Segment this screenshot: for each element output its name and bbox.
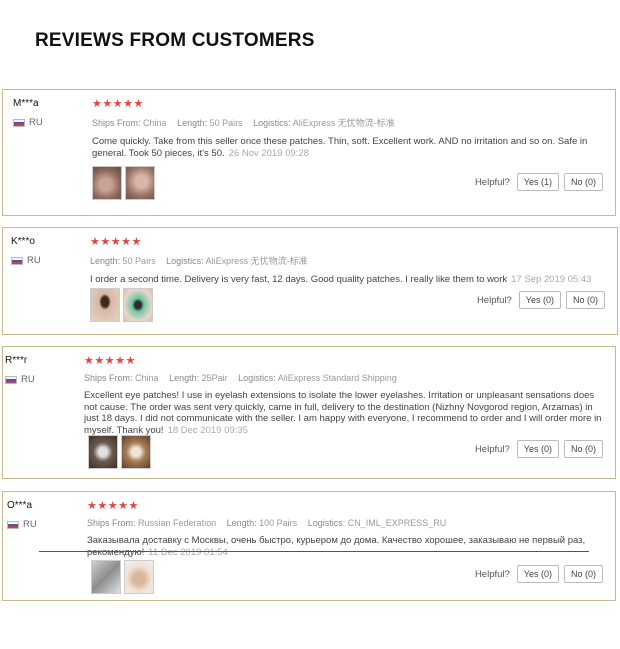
review-date: 26 Nov 2019 09:28 <box>228 147 309 159</box>
order-details: Ships From: Russian Federation Length: 1… <box>87 518 605 528</box>
length-label: Length: <box>169 373 200 383</box>
review-photos <box>91 560 154 594</box>
helpful-votes: Helpful? Yes (0) No (0) <box>477 291 605 309</box>
star-rating: ★★★★★ <box>90 236 142 248</box>
review-photos <box>88 435 151 469</box>
country-code: RU <box>23 519 37 530</box>
review-content: ★★★★★ Length: 50 Pairs Logistics: AliExp… <box>90 236 607 286</box>
vote-no-button[interactable]: No (0) <box>565 291 605 309</box>
helpful-label: Helpful? <box>476 294 512 306</box>
reviewer-country: RU <box>7 519 77 530</box>
review-card: K***o RU ★★★★★ Length: 50 Pairs Logistic… <box>2 227 618 335</box>
vote-yes-button[interactable]: Yes (0) <box>516 565 559 583</box>
review-card: M***a RU ★★★★★ Ships From: China Length:… <box>2 89 616 216</box>
reviewer-country: RU <box>13 117 83 128</box>
russia-flag-icon <box>13 118 25 127</box>
logistics-value: CN_IML_EXPRESS_RU <box>347 518 447 528</box>
review-card: O***a RU ★★★★★ Ships From: Russian Feder… <box>2 491 616 601</box>
divider-line <box>39 551 589 552</box>
page-title: REVIEWS FROM CUSTOMERS <box>35 30 315 51</box>
vote-no-button[interactable]: No (0) <box>563 440 603 458</box>
review-photo[interactable] <box>88 435 118 469</box>
logistics-value: AliExpress 无忧物流-标准 <box>205 256 308 266</box>
review-content: ★★★★★ Ships From: China Length: 50 Pairs… <box>92 98 605 159</box>
helpful-label: Helpful? <box>474 176 510 188</box>
reviewer-name: O***a <box>7 500 33 511</box>
review-photo[interactable] <box>92 166 122 200</box>
vote-no-button[interactable]: No (0) <box>563 565 603 583</box>
review-text: Come quickly. Take from this seller once… <box>92 136 605 159</box>
helpful-votes: Helpful? Yes (0) No (0) <box>475 565 603 583</box>
reviewer-country: RU <box>11 255 81 266</box>
country-code: RU <box>27 255 41 266</box>
logistics-label: Logistics: <box>166 256 204 266</box>
logistics-value: AliExpress 无忧物流-标准 <box>292 118 395 128</box>
reviewer-name: K***o <box>11 236 35 247</box>
review-photos <box>92 166 155 200</box>
review-card: R***r RU ★★★★★ Ships From: China Length:… <box>2 346 616 479</box>
helpful-votes: Helpful? Yes (1) No (0) <box>475 173 603 191</box>
reviewer-info: R***r RU <box>5 355 75 385</box>
helpful-label: Helpful? <box>474 443 510 455</box>
review-photo[interactable] <box>121 435 151 469</box>
ships-from-label: Ships From: <box>87 518 136 528</box>
review-date: 11 Dec 2019 01:54 <box>148 546 228 558</box>
review-photo[interactable] <box>90 288 120 322</box>
reviewer-info: K***o RU <box>11 236 81 266</box>
length-value: 25Pair <box>201 373 228 383</box>
length-label: Length: <box>177 118 208 128</box>
length-value: 50 Pairs <box>122 256 156 266</box>
ships-from-value: China <box>135 373 159 383</box>
vote-yes-button[interactable]: Yes (0) <box>518 291 561 309</box>
russia-flag-icon <box>7 520 19 529</box>
review-photo[interactable] <box>91 560 121 594</box>
reviewer-info: M***a RU <box>13 98 83 128</box>
review-date: 18 Dec 2019 09:35 <box>167 424 248 436</box>
order-details: Length: 50 Pairs Logistics: AliExpress 无… <box>90 254 607 267</box>
reviewer-name: M***a <box>13 98 39 109</box>
vote-yes-button[interactable]: Yes (1) <box>516 173 559 191</box>
reviewer-info: O***a RU <box>7 500 77 530</box>
logistics-label: Logistics: <box>253 118 291 128</box>
ships-from-label: Ships From: <box>84 373 133 383</box>
length-label: Length: <box>90 256 121 266</box>
russia-flag-icon <box>11 256 23 265</box>
ships-from-label: Ships From: <box>92 118 141 128</box>
logistics-value: AliExpress Standard Shipping <box>277 373 397 383</box>
review-photo[interactable] <box>123 288 153 322</box>
vote-no-button[interactable]: No (0) <box>563 173 603 191</box>
ships-from-value: China <box>143 118 167 128</box>
review-body: Come quickly. Take from this seller once… <box>92 136 588 159</box>
review-body: Excellent eye patches! I use in eyelash … <box>84 390 602 436</box>
review-text: I order a second time. Delivery is very … <box>90 274 607 286</box>
star-rating: ★★★★★ <box>87 500 139 512</box>
review-body: I order a second time. Delivery is very … <box>90 274 508 285</box>
reviewer-name: R***r <box>5 355 28 366</box>
review-photo[interactable] <box>124 560 154 594</box>
star-rating: ★★★★★ <box>84 355 136 367</box>
length-value: 100 Pairs <box>259 518 298 528</box>
helpful-label: Helpful? <box>474 568 510 580</box>
length-value: 50 Pairs <box>209 118 243 128</box>
review-date: 17 Sep 2019 05:43 <box>511 274 592 285</box>
logistics-label: Logistics: <box>238 373 276 383</box>
reviewer-country: RU <box>5 374 75 385</box>
review-content: ★★★★★ Ships From: Russian Federation Len… <box>87 500 605 558</box>
ships-from-value: Russian Federation <box>138 518 217 528</box>
vote-yes-button[interactable]: Yes (0) <box>516 440 559 458</box>
review-text: Заказывала доставку с Москвы, очень быст… <box>87 535 605 558</box>
star-rating: ★★★★★ <box>92 98 144 110</box>
review-photos <box>90 288 153 322</box>
russia-flag-icon <box>5 375 17 384</box>
review-text: Excellent eye patches! I use in eyelash … <box>84 390 605 436</box>
order-details: Ships From: China Length: 50 Pairs Logis… <box>92 116 605 129</box>
length-label: Length: <box>226 518 257 528</box>
review-content: ★★★★★ Ships From: China Length: 25Pair L… <box>84 355 605 436</box>
review-photo[interactable] <box>125 166 155 200</box>
country-code: RU <box>21 374 35 385</box>
country-code: RU <box>29 117 43 128</box>
order-details: Ships From: China Length: 25Pair Logisti… <box>84 373 605 383</box>
logistics-label: Logistics: <box>307 518 346 528</box>
helpful-votes: Helpful? Yes (0) No (0) <box>475 440 603 458</box>
